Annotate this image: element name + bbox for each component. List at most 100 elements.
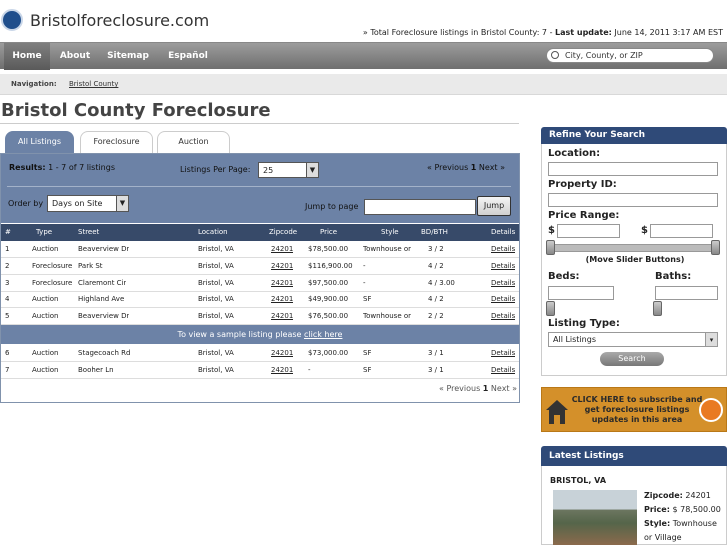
row-style: SF	[363, 366, 372, 374]
nav-home[interactable]: Home	[4, 43, 50, 70]
row-street: Claremont Cir	[78, 279, 127, 287]
next-link[interactable]: Next »	[491, 384, 517, 393]
jump-label: Jump to page	[305, 202, 359, 211]
row-zipcode[interactable]: 24201	[271, 275, 293, 292]
title-divider	[0, 123, 519, 124]
location-label: Location:	[548, 148, 601, 159]
nav-about[interactable]: About	[56, 43, 94, 70]
row-zipcode[interactable]: 24201	[271, 241, 293, 258]
row-type: Auction	[32, 366, 59, 374]
sample-listing-row: To view a sample listing please click he…	[1, 325, 519, 344]
row-price: $116,900.00	[308, 262, 353, 270]
order-by-select[interactable]: Days on Site ▼	[47, 195, 129, 212]
property-id-label: Property ID:	[548, 179, 617, 190]
row-details-link[interactable]: Details	[491, 291, 515, 308]
row-style: -	[363, 279, 366, 287]
row-street: Highland Ave	[78, 295, 125, 303]
row-number: 5	[5, 312, 10, 320]
latest-listings-heading: Latest Listings	[541, 446, 727, 466]
jump-button[interactable]: Jump	[477, 196, 511, 216]
row-zipcode[interactable]: 24201	[271, 291, 293, 308]
listing-type-label: Listing Type:	[548, 318, 620, 329]
site-logo-text[interactable]: Bristolforeclosure.com	[30, 11, 209, 30]
tab-all-listings[interactable]: All Listings	[5, 131, 74, 153]
row-bd-bth: 4 / 3.00	[428, 279, 455, 287]
baths-input[interactable]	[655, 286, 718, 300]
price-max-input[interactable]	[650, 224, 713, 238]
beds-slider-handle[interactable]	[546, 301, 555, 316]
logo-home-icon[interactable]	[1, 9, 23, 31]
sample-listing-link[interactable]: click here	[304, 330, 342, 339]
beds-input[interactable]	[548, 286, 614, 300]
row-bd-bth: 3 / 2	[428, 245, 444, 253]
chevron-down-icon: ▼	[306, 163, 318, 177]
property-id-input[interactable]	[548, 193, 718, 207]
breadcrumb: Navigation: Bristol County	[0, 74, 727, 95]
row-details-link[interactable]: Details	[491, 275, 515, 292]
row-details-link[interactable]: Details	[491, 308, 515, 325]
row-number: 2	[5, 262, 10, 270]
jump-page-input[interactable]	[364, 199, 476, 215]
row-location: Bristol, VA	[198, 245, 234, 253]
row-street: Beaverview Dr	[78, 312, 130, 320]
rss-icon[interactable]	[699, 398, 723, 422]
row-street: Park St	[78, 262, 103, 270]
row-details-link[interactable]: Details	[491, 345, 515, 362]
row-location: Bristol, VA	[198, 262, 234, 270]
row-street: Stagecoach Rd	[78, 349, 131, 357]
nav-sitemap[interactable]: Sitemap	[104, 43, 152, 70]
row-location: Bristol, VA	[198, 312, 234, 320]
row-style: Townhouse or	[363, 245, 412, 253]
row-bd-bth: 3 / 1	[428, 366, 444, 374]
row-zipcode[interactable]: 24201	[271, 258, 293, 275]
row-zipcode[interactable]: 24201	[271, 362, 293, 379]
search-button[interactable]: Search	[600, 352, 664, 366]
table-header: # Type Street Location Zipcode Price Sty…	[1, 224, 519, 241]
row-price: $76,500.00	[308, 312, 349, 320]
row-street: Booher Ln	[78, 366, 114, 374]
row-location: Bristol, VA	[198, 366, 234, 374]
row-style: Townhouse or	[363, 312, 412, 320]
row-details-link[interactable]: Details	[491, 258, 515, 275]
tab-foreclosure[interactable]: Foreclosure	[80, 131, 153, 153]
listing-summary: » Total Foreclosure listings in Bristol …	[362, 28, 723, 37]
row-zipcode[interactable]: 24201	[271, 308, 293, 325]
row-zipcode[interactable]: 24201	[271, 345, 293, 362]
price-min-dollar: $	[548, 225, 555, 236]
location-input[interactable]	[548, 162, 718, 176]
breadcrumb-link[interactable]: Bristol County	[69, 74, 118, 95]
row-details-link[interactable]: Details	[491, 362, 515, 379]
listing-type-select[interactable]: All Listings ▾	[548, 332, 718, 347]
search-icon	[551, 51, 559, 59]
next-link[interactable]: Next »	[479, 163, 505, 172]
search-input[interactable]: City, County, or ZIP	[546, 48, 714, 63]
nav-espanol[interactable]: Español	[162, 43, 214, 70]
price-max-handle[interactable]	[711, 240, 720, 255]
price-min-handle[interactable]	[546, 240, 555, 255]
price-min-input[interactable]	[557, 224, 620, 238]
col-location: Location	[198, 228, 228, 236]
order-by-label: Order by	[8, 199, 44, 208]
row-price: $97,500.00	[308, 279, 349, 287]
row-type: Auction	[32, 312, 59, 320]
per-page-select[interactable]: 25 ▼	[258, 162, 319, 178]
listing-photo[interactable]	[553, 490, 637, 545]
col-zipcode: Zipcode	[269, 228, 298, 236]
col-details: Details	[491, 228, 516, 236]
row-details-link[interactable]: Details	[491, 241, 515, 258]
col-number: #	[5, 228, 11, 236]
prev-link[interactable]: « Previous	[427, 163, 468, 172]
row-type: Auction	[32, 245, 59, 253]
row-style: SF	[363, 295, 372, 303]
baths-slider-handle[interactable]	[653, 301, 662, 316]
subscribe-text[interactable]: CLICK HERE to subscribe and get foreclos…	[571, 395, 703, 425]
row-number: 3	[5, 279, 10, 287]
row-type: Auction	[32, 349, 59, 357]
tab-auction[interactable]: Auction	[157, 131, 230, 153]
per-page-label: Listings Per Page:	[180, 165, 251, 174]
prev-link[interactable]: « Previous	[439, 384, 480, 393]
col-street: Street	[78, 228, 100, 236]
row-type: Foreclosure	[32, 262, 73, 270]
row-price: -	[308, 366, 311, 374]
house-icon	[546, 400, 568, 424]
